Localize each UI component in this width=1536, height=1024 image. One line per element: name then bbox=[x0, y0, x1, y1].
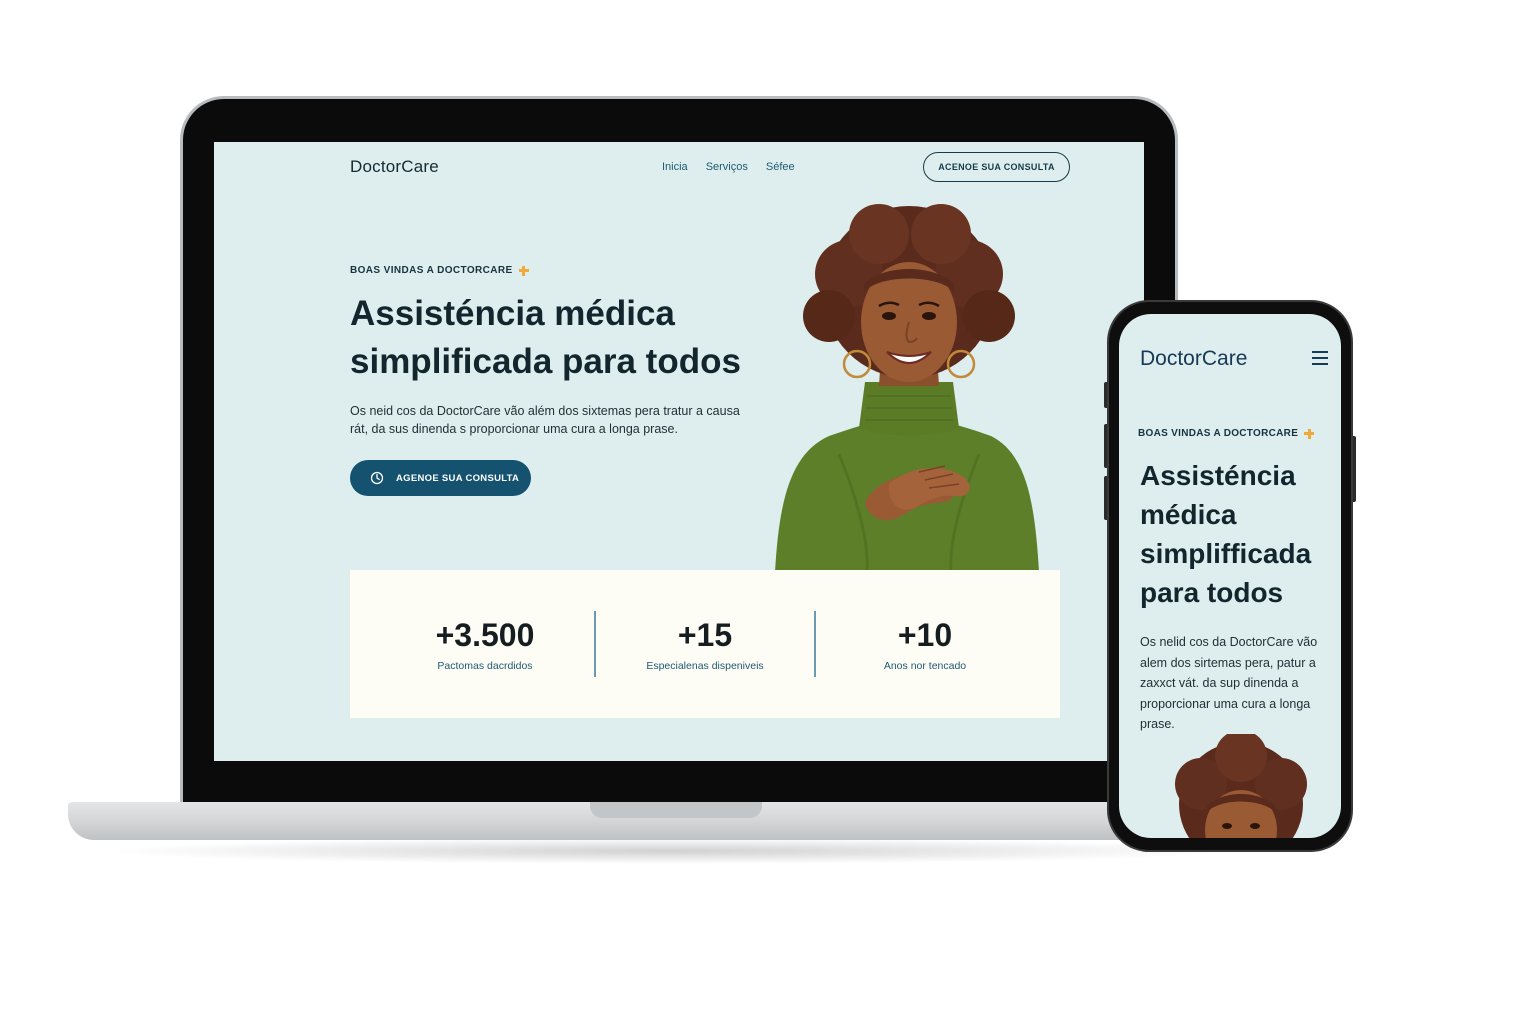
menu-icon[interactable] bbox=[1312, 351, 1328, 365]
stat-label: Especialenas dispeniveis bbox=[646, 659, 764, 672]
main-nav: Inicia Serviços Séfee bbox=[662, 161, 795, 173]
mobile-hero-description: Os nelid cos da DoctorCare vão alem dos … bbox=[1140, 635, 1318, 731]
plus-icon bbox=[1304, 428, 1315, 439]
stat-label: Anos nor tencado bbox=[883, 659, 967, 672]
stat-value: +3.500 bbox=[435, 616, 535, 653]
calendar-icon bbox=[370, 471, 384, 485]
stat-patients: +3.500 Pactomas dacrdidos bbox=[376, 617, 594, 672]
stat-value: +15 bbox=[677, 616, 733, 653]
laptop-screen: DoctorCare Inicia Serviços Séfee ACENOE … bbox=[214, 142, 1144, 761]
brand-logo[interactable]: DoctorCare bbox=[350, 157, 439, 177]
mobile-brand-logo[interactable]: DoctorCare bbox=[1140, 347, 1247, 371]
hero-portrait bbox=[775, 204, 1039, 573]
nav-link-inicio[interactable]: Inicia bbox=[662, 161, 688, 173]
mobile-hero-portrait bbox=[1175, 734, 1307, 838]
nav-link-sobre[interactable]: Séfee bbox=[766, 161, 795, 173]
hero-eyebrow: BOAS VINDAS A DOCTORCARE bbox=[350, 265, 529, 276]
stats-card: +3.500 Pactomas dacrdidos +15 Especialen… bbox=[350, 570, 1060, 718]
phone-screen: DoctorCare BOAS VINDAS A DOCTORCARE Assi… bbox=[1119, 314, 1341, 838]
mobile-hero-eyebrow: BOAS VINDAS A DOCTORCARE bbox=[1138, 428, 1315, 439]
stat-specialists: +15 Especialenas dispeniveis bbox=[596, 617, 814, 672]
stat-years: +10 Anos nor tencado bbox=[816, 617, 1034, 672]
laptop-shadow bbox=[100, 838, 1240, 864]
mobile-hero-title: Assisténcia médica simplifficada para to… bbox=[1140, 460, 1312, 608]
hero-schedule-label: AGENOE SUA CONSULTA bbox=[396, 472, 520, 484]
nav-schedule-button[interactable]: ACENOE SUA CONSULTA bbox=[923, 152, 1070, 182]
stat-label: Pactomas dacrdidos bbox=[437, 659, 533, 672]
hero-title: Assisténcia médica simplificada para tod… bbox=[350, 294, 741, 381]
nav-link-servicos[interactable]: Serviços bbox=[706, 161, 748, 173]
plus-icon bbox=[518, 265, 529, 276]
mobile-eyebrow-text: BOAS VINDAS A DOCTORCARE bbox=[1138, 428, 1299, 439]
hero-description: Os neid cos da DoctorCare vão além dos s… bbox=[350, 404, 740, 436]
laptop-notch bbox=[590, 802, 762, 818]
hero-schedule-button[interactable]: AGENOE SUA CONSULTA bbox=[350, 460, 531, 496]
stat-value: +10 bbox=[897, 616, 953, 653]
hero-eyebrow-text: BOAS VINDAS A DOCTORCARE bbox=[350, 265, 513, 276]
